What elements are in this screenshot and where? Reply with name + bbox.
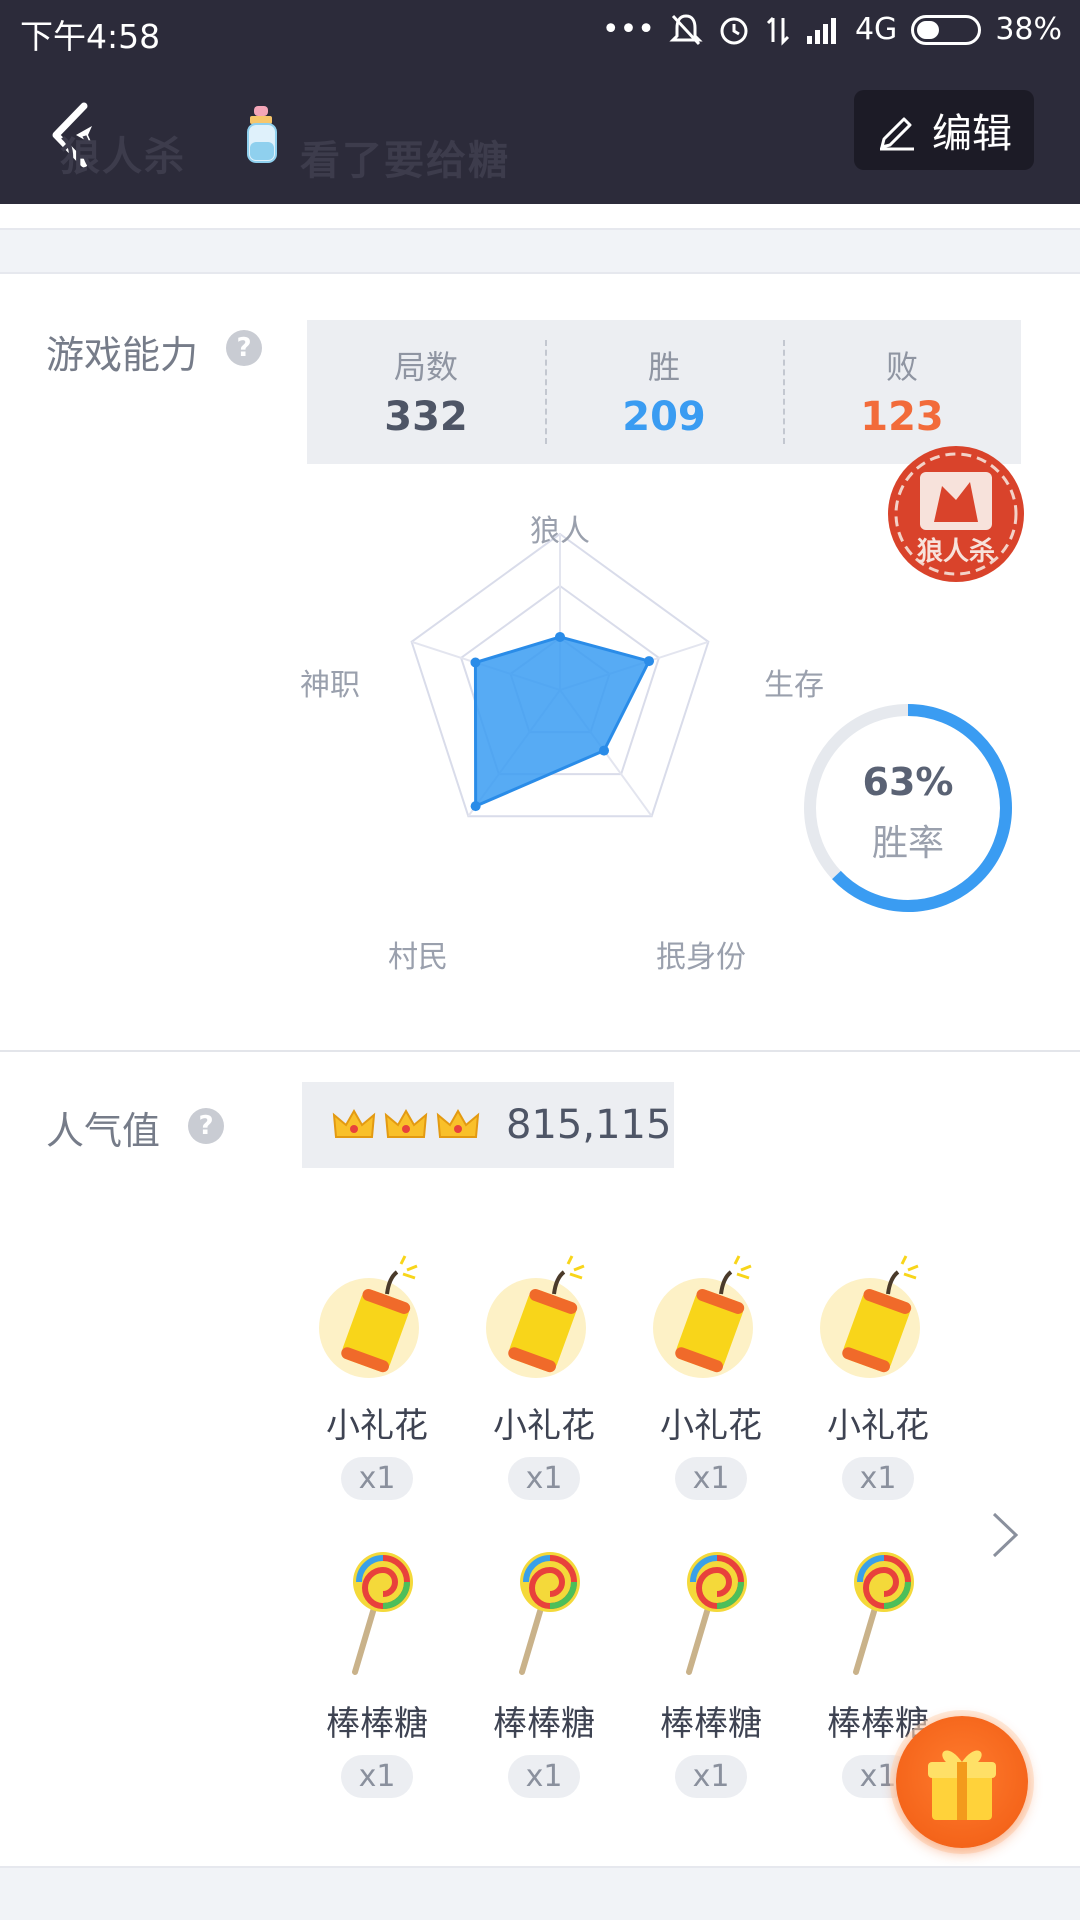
- radar-point: [599, 745, 610, 756]
- gift-count: x1: [507, 1755, 581, 1798]
- radar-chart: 狼人 生存 抿身份 村民 神职: [280, 500, 840, 980]
- gift-item[interactable]: 棒棒糖 x1: [302, 1548, 452, 1798]
- send-gift-button[interactable]: [896, 1716, 1028, 1848]
- gift-item[interactable]: 小礼花 x1: [469, 1250, 619, 1500]
- gift-count: x1: [674, 1755, 748, 1798]
- crown-icon: [332, 1108, 376, 1138]
- ability-label: 游戏能力: [46, 333, 199, 377]
- stat-games: 局数 332: [307, 320, 545, 464]
- gift-name: 棒棒糖: [660, 1704, 762, 1744]
- radar-label-villager: 村民: [388, 940, 448, 975]
- gift-item[interactable]: 小礼花 x1: [636, 1250, 786, 1500]
- radar-label-identify: 抿身份: [656, 940, 746, 975]
- edit-button-label: 编辑: [932, 111, 1012, 157]
- lollipop-icon: [352, 1552, 413, 1675]
- header-subtitle: 看了要给糖: [300, 138, 510, 184]
- gift-name: 小礼花: [827, 1406, 929, 1446]
- signal-icon: [806, 18, 836, 44]
- gift-name: 小礼花: [326, 1406, 428, 1446]
- lollipop-icon: [853, 1552, 914, 1675]
- chevron-right-icon[interactable]: [990, 1510, 1020, 1560]
- radar-point: [555, 631, 565, 642]
- firecracker-icon: [319, 1255, 419, 1378]
- section-divider: [0, 228, 1080, 274]
- more-dots-icon: •••: [601, 12, 655, 47]
- radar-value-area: [473, 635, 652, 809]
- bottom-band: [0, 1866, 1080, 1920]
- popularity-box: 815,115: [302, 1082, 674, 1168]
- section-separator: [0, 1050, 1080, 1052]
- lollipop-icon: [519, 1552, 580, 1675]
- stat-games-value: 332: [384, 394, 468, 440]
- winrate-percent: 63%: [862, 760, 954, 804]
- stat-wins-label: 胜: [647, 348, 680, 386]
- stat-wins-value: 209: [622, 394, 706, 440]
- gift-count: x1: [841, 1457, 915, 1500]
- gift-name: 棒棒糖: [326, 1704, 428, 1744]
- gift-box-icon: [928, 1750, 996, 1820]
- radar-point: [644, 656, 655, 667]
- gift-item[interactable]: 棒棒糖 x1: [636, 1548, 786, 1798]
- edit-pencil-icon: [880, 117, 914, 151]
- battery-percent: 38%: [995, 12, 1062, 47]
- gift-count: x1: [507, 1457, 581, 1500]
- radar-label-werewolf: 狼人: [530, 514, 590, 549]
- gift-count: x1: [340, 1457, 414, 1500]
- radar-plot: [410, 532, 710, 818]
- data-transfer-icon: [766, 16, 790, 46]
- mute-bell-icon: [669, 14, 703, 46]
- gift-name: 小礼花: [660, 1406, 762, 1446]
- winrate-label: 胜率: [871, 823, 944, 864]
- app-header: 狼人杀 看了要给糖 编辑: [0, 62, 1080, 204]
- stat-wins: 胜 209: [545, 320, 783, 464]
- alarm-icon: [720, 17, 748, 45]
- gift-item[interactable]: 小礼花 x1: [302, 1250, 452, 1500]
- battery-level: [917, 21, 940, 39]
- stat-losses-value: 123: [860, 394, 944, 440]
- gift-item[interactable]: 棒棒糖 x1: [469, 1548, 619, 1798]
- baby-bottle-icon: [247, 106, 277, 163]
- popularity-value: 815,115: [506, 1102, 672, 1148]
- battery-icon: [911, 15, 982, 45]
- firecracker-icon: [653, 1255, 753, 1378]
- winrate-ring: [804, 704, 1012, 912]
- radar-point: [470, 657, 481, 668]
- popularity-label: 人气值: [46, 1109, 161, 1153]
- crown-icon: [384, 1108, 428, 1138]
- werewolf-stamp-icon: 狼人杀: [888, 446, 1024, 582]
- firecracker-icon: [486, 1255, 586, 1378]
- lollipop-icon: [686, 1552, 747, 1675]
- crown-icon: [436, 1108, 480, 1138]
- radar-label-survival: 生存: [764, 668, 824, 703]
- popularity-help-icon[interactable]: ?: [188, 1108, 224, 1144]
- network-type: 4G: [854, 12, 898, 47]
- gift-name: 棒棒糖: [493, 1704, 595, 1744]
- radar-point: [470, 801, 481, 812]
- gift-item[interactable]: 小礼花 x1: [803, 1250, 953, 1500]
- gift-name: 小礼花: [493, 1406, 595, 1446]
- radar-label-god: 神职: [300, 668, 360, 703]
- status-bar: 下午4:58 ••• 4G 38%: [0, 0, 1080, 62]
- header-title: 狼人杀: [60, 134, 186, 180]
- stat-losses-label: 败: [885, 348, 918, 386]
- gift-count: x1: [340, 1755, 414, 1798]
- status-time: 下午4:58: [20, 17, 161, 56]
- ability-help-icon[interactable]: ?: [226, 330, 262, 366]
- stamp-text: 狼人杀: [917, 536, 995, 567]
- stat-games-label: 局数: [393, 348, 458, 386]
- edit-button[interactable]: 编辑: [854, 90, 1034, 170]
- gift-count: x1: [674, 1457, 748, 1500]
- firecracker-icon: [820, 1255, 920, 1378]
